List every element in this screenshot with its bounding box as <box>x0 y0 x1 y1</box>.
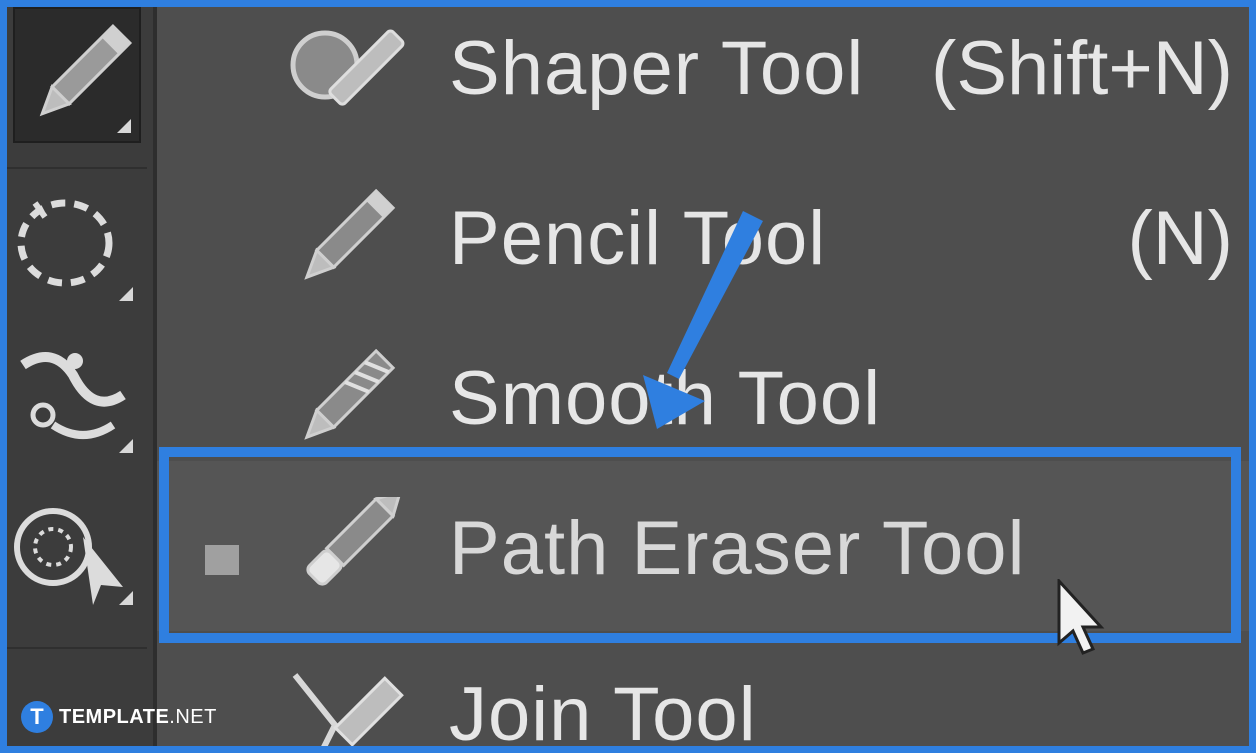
mouse-cursor-icon <box>1057 579 1105 655</box>
screenshot-frame: T TEMPLATE.NET Shaper Tool (Shift+N) Pen… <box>0 0 1256 753</box>
